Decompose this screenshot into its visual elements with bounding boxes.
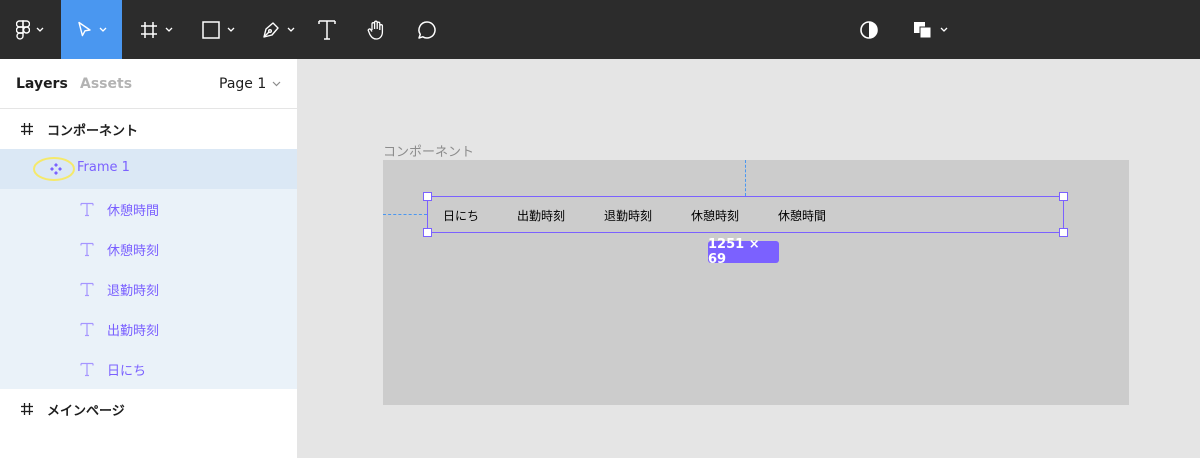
frame-text-break-time[interactable]: 休憩時刻	[691, 207, 739, 224]
contrast-circle-icon	[860, 20, 878, 39]
component-tool-button[interactable]	[905, 0, 955, 59]
page-selector[interactable]: Page 1	[219, 76, 281, 92]
hand-tool-button[interactable]	[360, 0, 394, 59]
chevron-down-icon	[940, 27, 948, 32]
figma-logo-icon	[15, 19, 30, 40]
cursor-arrow-icon	[77, 21, 91, 36]
chevron-down-icon	[287, 27, 295, 32]
layer-row-components-frame[interactable]: コンポーネント	[0, 109, 297, 149]
panel-tab-bar: Layers Assets Page 1	[0, 59, 297, 109]
layer-row-main-page-frame[interactable]: メインページ	[0, 389, 297, 429]
mask-tool-button[interactable]	[852, 0, 886, 59]
text-layer-icon	[79, 361, 95, 377]
text-icon	[318, 19, 336, 40]
spacing-guide-horizontal	[383, 214, 427, 215]
layer-row-text[interactable]: 退勤時刻	[0, 269, 297, 309]
frame-text-date[interactable]: 日にち	[443, 207, 479, 224]
frame-hash-icon	[19, 121, 35, 137]
chevron-down-icon	[272, 81, 281, 87]
resize-handle-bottom-right[interactable]	[1059, 228, 1068, 237]
layer-row-text[interactable]: 出勤時刻	[0, 309, 297, 349]
layer-label: メインページ	[47, 404, 125, 419]
layer-label: 休憩時間	[107, 204, 160, 219]
frame-text-break-duration[interactable]: 休憩時間	[778, 207, 826, 224]
chevron-down-icon	[165, 27, 173, 32]
pen-icon	[263, 21, 279, 38]
layer-label: Frame 1	[77, 160, 130, 175]
frame-hash-icon	[141, 21, 157, 38]
frame-text-clock-in[interactable]: 出勤時刻	[517, 207, 565, 224]
text-layer-icon	[79, 321, 95, 337]
page-selector-label: Page 1	[219, 76, 267, 92]
text-layer-icon	[79, 281, 95, 297]
resize-handle-top-left[interactable]	[423, 192, 432, 201]
tab-assets[interactable]: Assets	[80, 76, 132, 92]
chevron-down-icon	[99, 27, 106, 32]
layer-row-text[interactable]: 日にち	[0, 349, 297, 389]
layer-row-text[interactable]: 休憩時間	[0, 189, 297, 229]
text-tool-button[interactable]	[310, 0, 344, 59]
comment-tool-button[interactable]	[410, 0, 444, 59]
layer-row-text[interactable]: 休憩時刻	[0, 229, 297, 269]
chevron-down-icon	[227, 27, 235, 32]
rectangle-icon	[202, 20, 220, 39]
layer-label: 退勤時刻	[107, 284, 160, 299]
hand-icon	[367, 20, 384, 40]
pen-tool-button[interactable]	[250, 0, 306, 59]
spacing-guide-vertical	[745, 160, 746, 196]
move-tool-button[interactable]	[61, 0, 122, 59]
artboard-label[interactable]: コンポーネント	[383, 141, 474, 160]
resize-handle-bottom-left[interactable]	[423, 228, 432, 237]
layer-label: コンポーネント	[47, 124, 139, 139]
comment-bubble-icon	[418, 20, 436, 39]
layers-panel: Layers Assets Page 1 コンポーネント Frame 1 休憩時…	[0, 59, 298, 458]
main-menu-button[interactable]	[0, 0, 59, 59]
rectangle-tool-button[interactable]	[190, 0, 246, 59]
frame-text-clock-out[interactable]: 退勤時刻	[604, 207, 652, 224]
layer-label: 休憩時刻	[107, 244, 160, 259]
boolean-squares-icon	[914, 21, 932, 38]
resize-handle-top-right[interactable]	[1059, 192, 1068, 201]
frame-hash-icon	[19, 401, 35, 417]
tab-layers[interactable]: Layers	[16, 76, 68, 92]
top-toolbar	[0, 0, 1200, 59]
text-layer-icon	[79, 241, 95, 257]
text-layer-icon	[79, 201, 95, 217]
layer-label: 出勤時刻	[107, 324, 160, 339]
layer-row-frame-1[interactable]: Frame 1	[0, 149, 297, 189]
layer-label: 日にち	[107, 364, 147, 379]
dimension-badge: 1251 × 69	[708, 237, 779, 267]
component-icon	[48, 161, 64, 177]
chevron-down-icon	[36, 27, 43, 32]
frame-tool-button[interactable]	[128, 0, 184, 59]
